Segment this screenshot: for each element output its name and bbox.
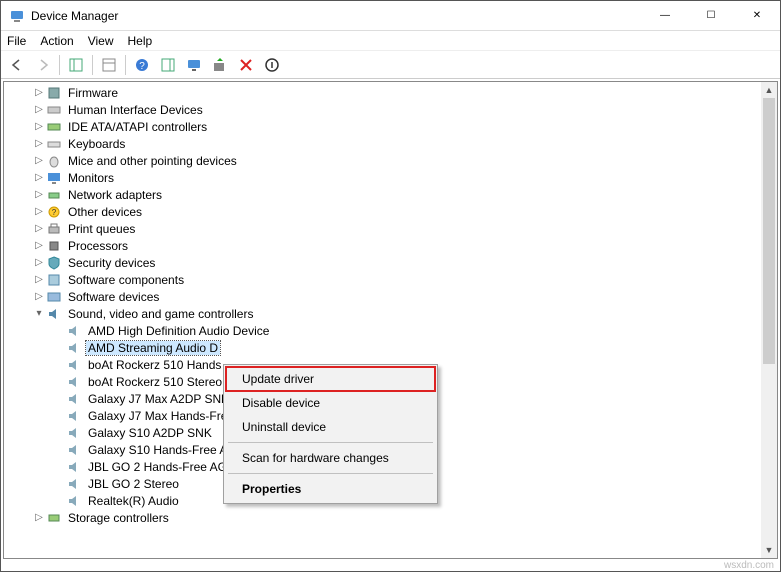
software-components-icon bbox=[46, 272, 62, 288]
tree-node-storage[interactable]: ▷Storage controllers bbox=[4, 509, 761, 526]
disable-device-button[interactable] bbox=[260, 53, 284, 77]
speaker-icon bbox=[66, 442, 82, 458]
tree-node-software-components[interactable]: ▷Software components bbox=[4, 271, 761, 288]
processor-icon bbox=[46, 238, 62, 254]
scroll-thumb[interactable] bbox=[763, 98, 775, 364]
speaker-icon bbox=[66, 323, 82, 339]
speaker-icon bbox=[66, 408, 82, 424]
speaker-icon bbox=[66, 425, 82, 441]
update-driver-button[interactable] bbox=[208, 53, 232, 77]
tree-node-amd-streaming-audio[interactable]: AMD Streaming Audio D bbox=[4, 339, 761, 356]
tree-node-monitors[interactable]: ▷Monitors bbox=[4, 169, 761, 186]
menubar: File Action View Help bbox=[1, 31, 780, 51]
tree-node-network[interactable]: ▷Network adapters bbox=[4, 186, 761, 203]
maximize-button[interactable]: ☐ bbox=[688, 1, 734, 31]
speaker-icon bbox=[66, 459, 82, 475]
forward-button[interactable] bbox=[31, 53, 55, 77]
titlebar: Device Manager — ☐ ✕ bbox=[1, 1, 780, 31]
speaker-icon bbox=[66, 374, 82, 390]
context-separator bbox=[228, 442, 433, 443]
hid-icon bbox=[46, 102, 62, 118]
speaker-icon bbox=[66, 476, 82, 492]
scroll-down-arrow[interactable]: ▼ bbox=[761, 542, 777, 558]
tree-node-sound[interactable]: ▾Sound, video and game controllers bbox=[4, 305, 761, 322]
storage-icon bbox=[46, 510, 62, 526]
tree-node-mice[interactable]: ▷Mice and other pointing devices bbox=[4, 152, 761, 169]
scan-hardware-button[interactable] bbox=[182, 53, 206, 77]
context-menu: Update driver Disable device Uninstall d… bbox=[223, 364, 438, 504]
vertical-scrollbar[interactable]: ▲ ▼ bbox=[761, 82, 777, 558]
context-scan-hardware[interactable]: Scan for hardware changes bbox=[226, 446, 435, 470]
network-icon bbox=[46, 187, 62, 203]
tree-node-firmware[interactable]: ▷Firmware bbox=[4, 84, 761, 101]
tree-node-security[interactable]: ▷Security devices bbox=[4, 254, 761, 271]
context-properties[interactable]: Properties bbox=[226, 477, 435, 501]
menu-help[interactable]: Help bbox=[128, 34, 153, 48]
other-devices-icon: ? bbox=[46, 204, 62, 220]
speaker-icon bbox=[66, 340, 82, 356]
menu-view[interactable]: View bbox=[88, 34, 114, 48]
properties-button[interactable] bbox=[97, 53, 121, 77]
tree-node-ide[interactable]: ▷IDE ATA/ATAPI controllers bbox=[4, 118, 761, 135]
sound-icon bbox=[46, 306, 62, 322]
tree-node-software-devices[interactable]: ▷Software devices bbox=[4, 288, 761, 305]
ide-icon bbox=[46, 119, 62, 135]
scroll-track[interactable] bbox=[761, 98, 777, 542]
minimize-button[interactable]: — bbox=[642, 1, 688, 31]
tree-node-print-queues[interactable]: ▷Print queues bbox=[4, 220, 761, 237]
monitor-icon bbox=[46, 170, 62, 186]
printer-icon bbox=[46, 221, 62, 237]
speaker-icon bbox=[66, 493, 82, 509]
tree-node-other[interactable]: ▷?Other devices bbox=[4, 203, 761, 220]
menu-action[interactable]: Action bbox=[40, 34, 73, 48]
back-button[interactable] bbox=[5, 53, 29, 77]
svg-text:?: ? bbox=[52, 208, 57, 217]
help-button[interactable]: ? bbox=[130, 53, 154, 77]
context-disable-device[interactable]: Disable device bbox=[226, 391, 435, 415]
firmware-icon bbox=[46, 85, 62, 101]
tree-node-hid[interactable]: ▷Human Interface Devices bbox=[4, 101, 761, 118]
speaker-icon bbox=[66, 391, 82, 407]
keyboard-icon bbox=[46, 136, 62, 152]
speaker-icon bbox=[66, 357, 82, 373]
security-icon bbox=[46, 255, 62, 271]
close-button[interactable]: ✕ bbox=[734, 1, 780, 31]
tree-node-processors[interactable]: ▷Processors bbox=[4, 237, 761, 254]
uninstall-device-button[interactable] bbox=[234, 53, 258, 77]
svg-text:?: ? bbox=[139, 61, 145, 72]
mouse-icon bbox=[46, 153, 62, 169]
tree-node-keyboards[interactable]: ▷Keyboards bbox=[4, 135, 761, 152]
menu-file[interactable]: File bbox=[7, 34, 26, 48]
toolbar: ? bbox=[1, 51, 780, 79]
tree-node-amd-hd-audio[interactable]: AMD High Definition Audio Device bbox=[4, 322, 761, 339]
context-uninstall-device[interactable]: Uninstall device bbox=[226, 415, 435, 439]
scroll-up-arrow[interactable]: ▲ bbox=[761, 82, 777, 98]
window-title: Device Manager bbox=[31, 9, 118, 23]
show-hide-console-tree-button[interactable] bbox=[64, 53, 88, 77]
context-separator bbox=[228, 473, 433, 474]
watermark: wsxdn.com bbox=[724, 560, 774, 571]
action-pane-button[interactable] bbox=[156, 53, 180, 77]
software-devices-icon bbox=[46, 289, 62, 305]
app-icon bbox=[9, 8, 25, 24]
context-update-driver[interactable]: Update driver bbox=[226, 367, 435, 391]
